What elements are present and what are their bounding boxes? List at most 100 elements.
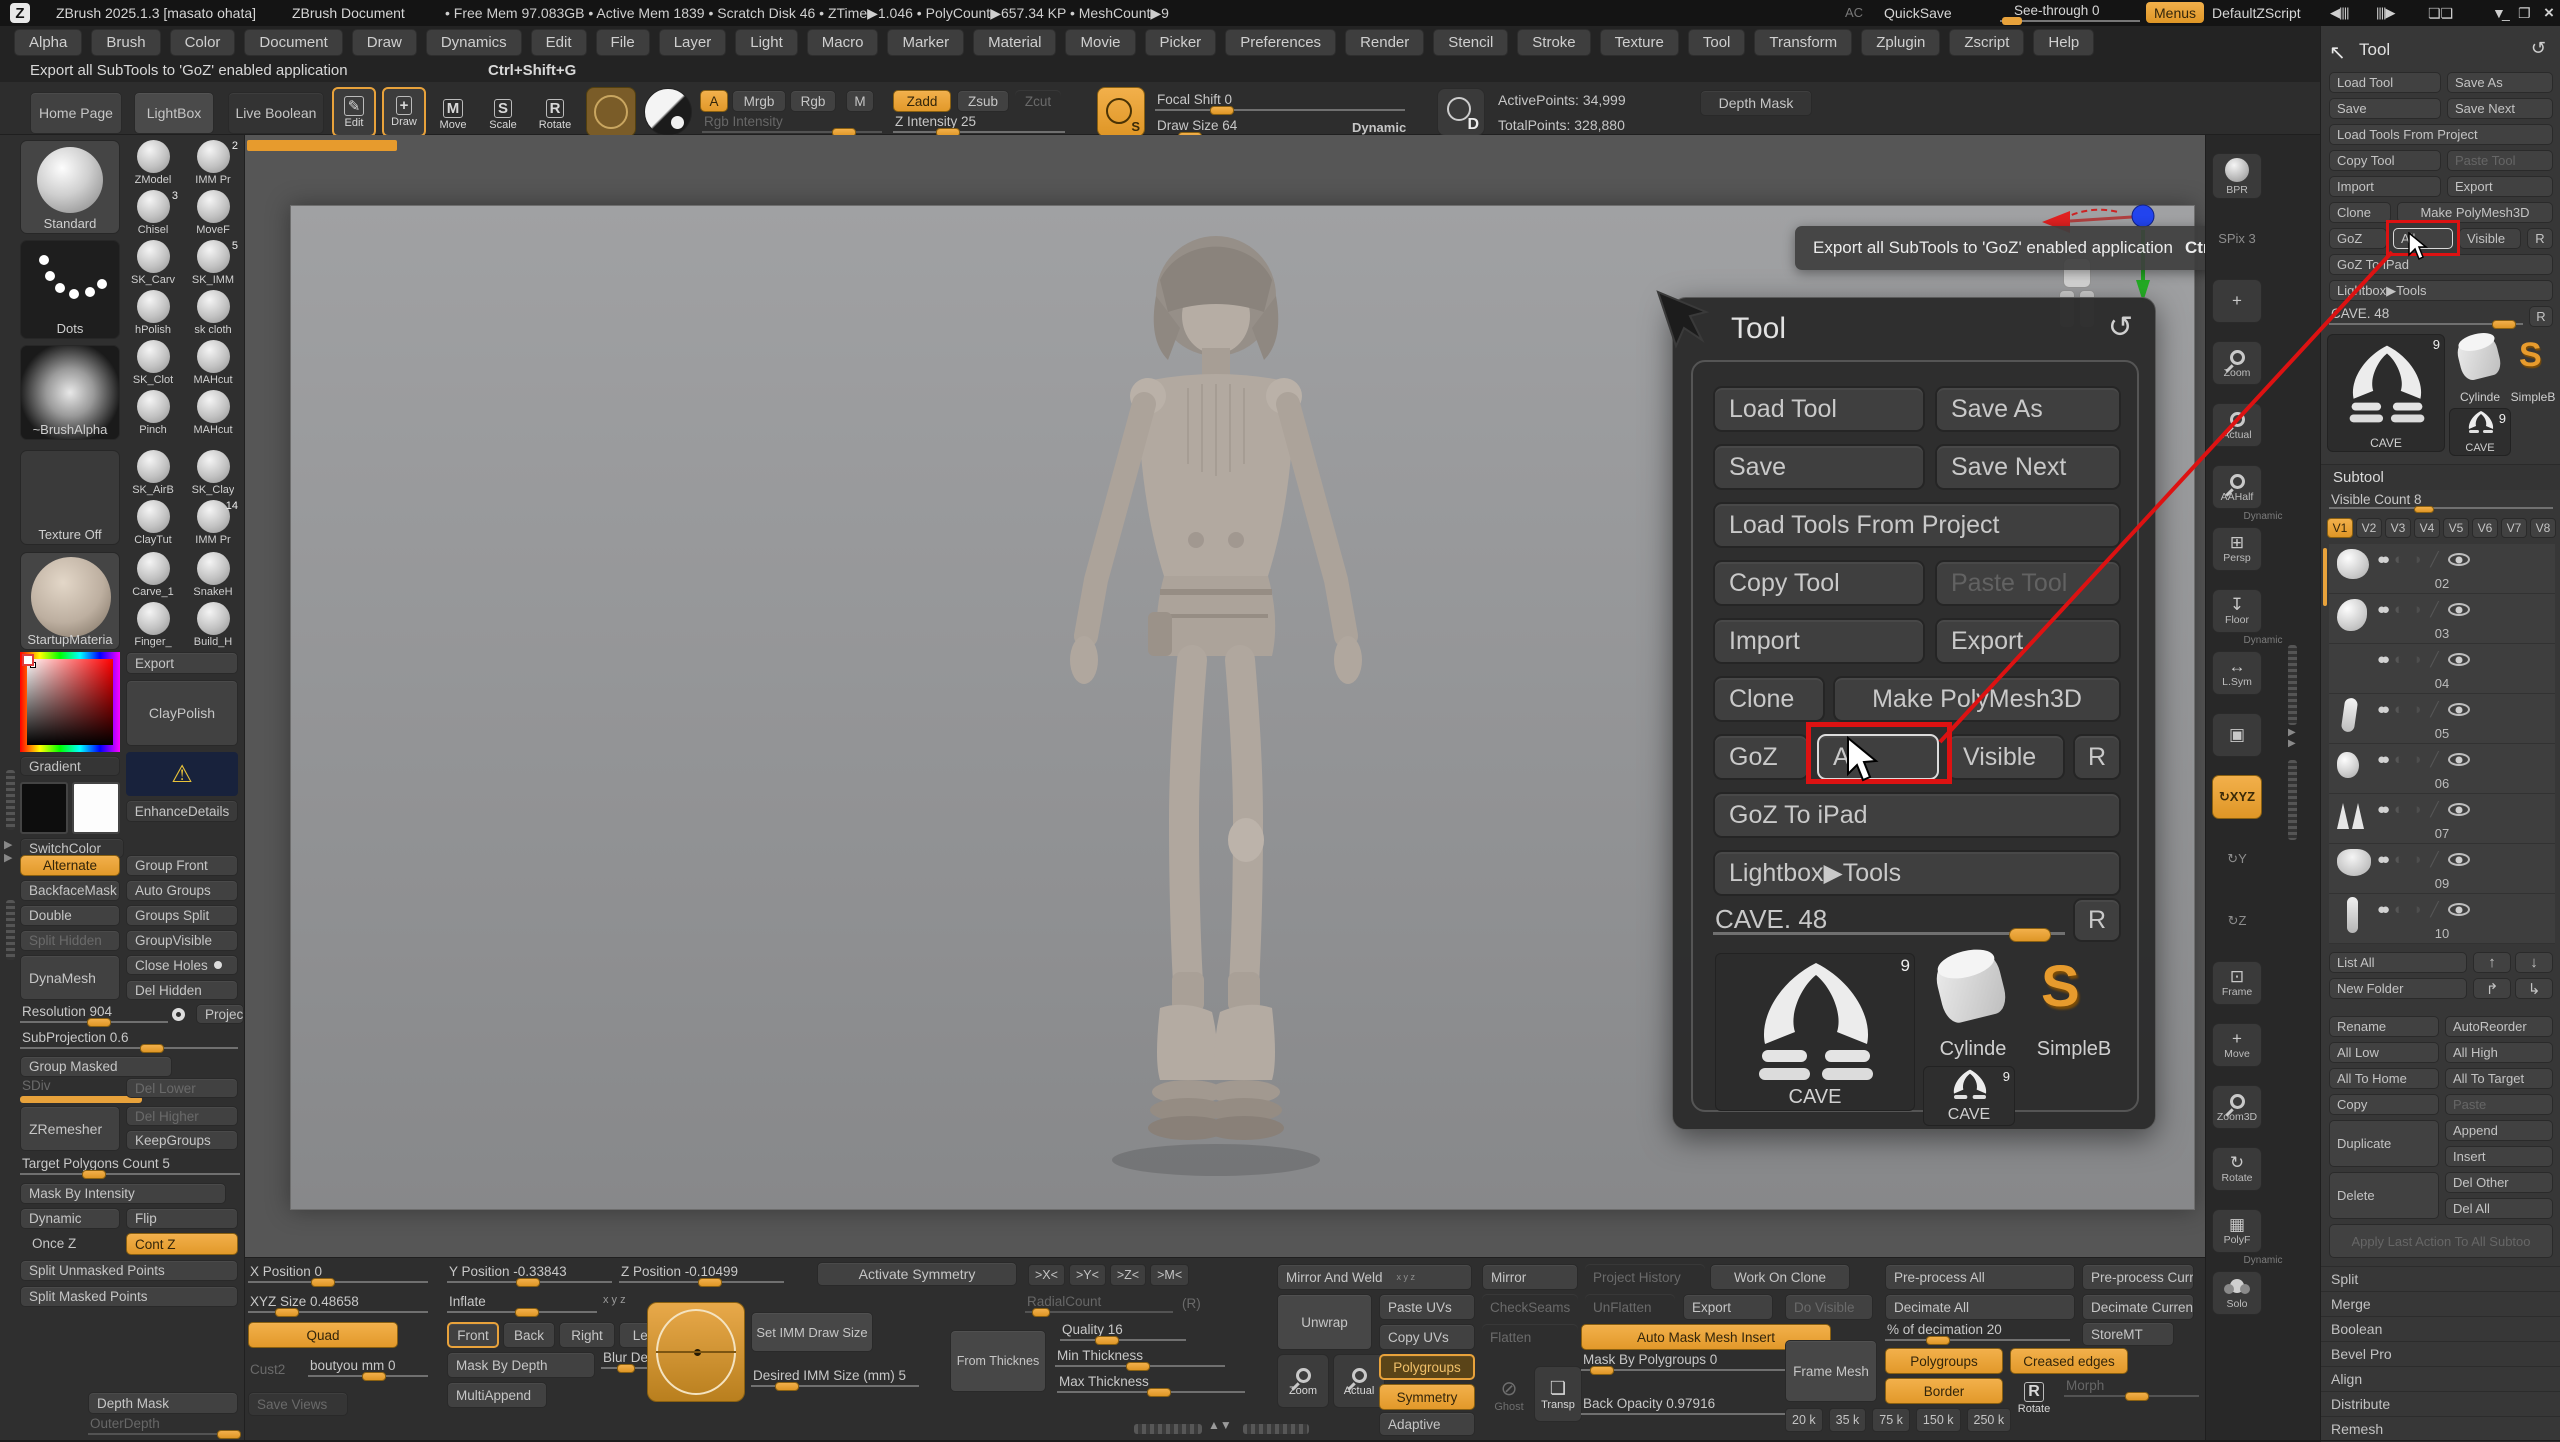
visibility-tab[interactable]: V8 [2530,518,2556,538]
shelf-item[interactable]: ↧ Floor [2206,574,2320,633]
border-toggle[interactable]: Border [1885,1378,2003,1404]
polypaint-icon[interactable]: ●● [2377,701,2385,718]
contrast-icon[interactable]: ◑ [2412,801,2421,818]
menu-item[interactable]: Color [170,29,236,56]
alpha-brushalpha[interactable]: ~BrushAlpha [20,345,120,440]
creased-edges-toggle[interactable]: Creased edges [2010,1348,2128,1374]
move-up-button[interactable]: ↑ [2473,952,2511,973]
all-to-home-button[interactable]: All To Home [2329,1068,2439,1089]
outerdepth-slider[interactable]: OuterDepth [88,1416,238,1438]
menu-item[interactable]: Alpha [14,29,82,56]
desired-imm-size-slider[interactable]: Desired IMM Size (mm) 5 [751,1368,919,1390]
work-on-clone-button[interactable]: Work On Clone [1710,1264,1850,1290]
menu-item[interactable]: Stroke [1517,29,1590,56]
menu-item[interactable]: Picker [1145,29,1217,56]
dock-import[interactable]: Import [2329,176,2441,197]
palette-section[interactable]: Distribute [2321,1392,2560,1417]
brush-slot[interactable]: SK_Carv [124,240,182,290]
subtool-row[interactable]: ●● ◐ ◑ ╱ 06 [2329,744,2555,794]
xyz-size-slider[interactable]: XYZ Size 0.48658 [248,1294,428,1316]
polycount-preset-button[interactable]: 35 k [1829,1408,1867,1432]
resolution-dot-icon[interactable] [172,1008,185,1021]
multiappend-button[interactable]: MultiAppend [447,1382,547,1408]
current-brush-icon[interactable] [586,87,636,137]
zoom-canvas-button[interactable]: Zoom [1277,1354,1329,1408]
duplicate-button[interactable]: Duplicate [2329,1120,2439,1167]
brush-slot[interactable]: 3Chisel [124,190,182,240]
unflatten-button[interactable]: UnFlatten [1585,1294,1675,1320]
zadd-toggle[interactable]: Zadd [893,90,951,112]
edit-mode-button[interactable]: ✎Edit [332,87,376,137]
sdiv-slider[interactable] [20,1096,142,1103]
export-button[interactable]: Export [126,652,238,674]
back-opacity-slider[interactable]: Back Opacity 0.97916 [1581,1396,1813,1418]
decimation-percent-slider[interactable]: % of decimation 20 [1885,1322,2070,1344]
eye-icon[interactable] [2448,603,2470,616]
brush-slot[interactable]: SK_Clot [124,340,182,390]
radialcount-slider[interactable]: RadialCount [1025,1294,1173,1316]
visible-count-slider[interactable]: Visible Count 8 [2329,494,2553,512]
menu-item[interactable]: Edit [531,29,587,56]
menu-item[interactable]: Zscript [1949,29,2024,56]
menu-item[interactable]: Marker [887,29,964,56]
xyz-mini-toggles[interactable]: x y z [603,1294,626,1306]
default-zscript-button[interactable]: DefaultZScript [2212,5,2301,21]
goz-to-ipad-button[interactable]: GoZ To iPad [1713,792,2121,838]
dock-goz-to-ipad[interactable]: GoZ To iPad [2329,254,2553,275]
subprojection-slider[interactable]: SubProjection 0.6 [20,1030,238,1052]
delete-button[interactable]: Delete [2329,1172,2439,1219]
apply-last-action-button[interactable]: Apply Last Action To All Subtoo [2329,1224,2553,1258]
close-holes-button[interactable]: Close Holes [126,955,238,975]
mrgb-toggle[interactable]: Mrgb [732,90,786,112]
pen-icon[interactable]: ╱ [2430,801,2438,818]
subtool-row[interactable]: ●● ◐ ◑ ╱ 02 [2329,544,2555,594]
pen-icon[interactable]: ╱ [2430,851,2438,868]
pen-icon[interactable]: ╱ [2430,601,2438,618]
mirror-and-weld-button[interactable]: Mirror And Weldx y z [1277,1264,1472,1290]
tool-thumb-cave-small[interactable]: 9 CAVE [1923,1066,2015,1126]
flatten-button[interactable]: Flatten [1482,1324,1578,1350]
autoreorder-button[interactable]: AutoReorder [2445,1016,2553,1037]
polycount-preset-button[interactable]: 75 k [1872,1408,1910,1432]
menu-item[interactable]: Material [973,29,1056,56]
brush-slot[interactable]: sk cloth [184,290,242,340]
current-material-icon[interactable] [644,88,692,136]
group-front-button[interactable]: Group Front [126,855,238,876]
list-all-button[interactable]: List All [2329,952,2467,973]
shelf-item[interactable]: Dynamic Solo [2206,1256,2320,1315]
copy-button[interactable]: Copy [2329,1094,2439,1115]
subtool-row[interactable]: ●● ◐ ◑ ╱ 09 [2329,844,2555,894]
contrast-icon[interactable]: ◑ [2412,751,2421,768]
brush-slot[interactable]: SK_Clay [184,450,242,500]
zremesher-button[interactable]: ZRemesher [20,1106,120,1151]
z-position-slider[interactable]: Z Position -0.10499 [619,1264,784,1286]
double-button[interactable]: Double [20,905,120,926]
sidebar-scrollbar[interactable] [6,770,15,830]
contrast-icon[interactable]: ◑ [2412,701,2421,718]
shade-icon[interactable]: ◐ [2394,751,2403,768]
sidebar-scroll-arrows[interactable]: ▶▶ [4,838,12,864]
visibility-tab[interactable]: V6 [2472,518,2498,538]
shelf-scroll-arrows[interactable]: ▶▶ [2288,727,2296,749]
visibility-tab[interactable]: V4 [2414,518,2440,538]
dock-reset-icon[interactable]: ↺ [2531,38,2546,59]
dock-thumb-cave-small[interactable]: 9 CAVE [2449,408,2511,456]
stroke-dots[interactable]: Dots [20,240,120,339]
shelf-scrollbar[interactable] [2288,760,2297,840]
menu-item[interactable]: Help [2033,29,2094,56]
contrast-icon[interactable]: ◑ [2412,901,2421,918]
visibility-tab[interactable]: V7 [2501,518,2527,538]
dock-load-tools-from-project[interactable]: Load Tools From Project [2329,124,2553,145]
depth-mask-sidebar-button[interactable]: Depth Mask [88,1392,238,1414]
rotate-mode-button[interactable]: RRotate [532,92,578,137]
menu-item[interactable]: Light [735,29,798,56]
main-color-swatch[interactable] [20,782,68,834]
polypaint-icon[interactable]: ●● [2377,851,2385,868]
save-as-button[interactable]: Save As [1935,386,2121,432]
dock-tool-name-slider[interactable]: CAVE. 48 [2329,306,2523,328]
quad-button[interactable]: Quad [248,1322,398,1348]
contrast-icon[interactable]: ◑ [2412,551,2421,568]
tool-thumb-cylinder[interactable]: Cylinde [1923,953,2023,1061]
shelf-item[interactable]: ⊡ Frame [2206,946,2320,1005]
unwrap-button[interactable]: Unwrap [1277,1294,1372,1350]
